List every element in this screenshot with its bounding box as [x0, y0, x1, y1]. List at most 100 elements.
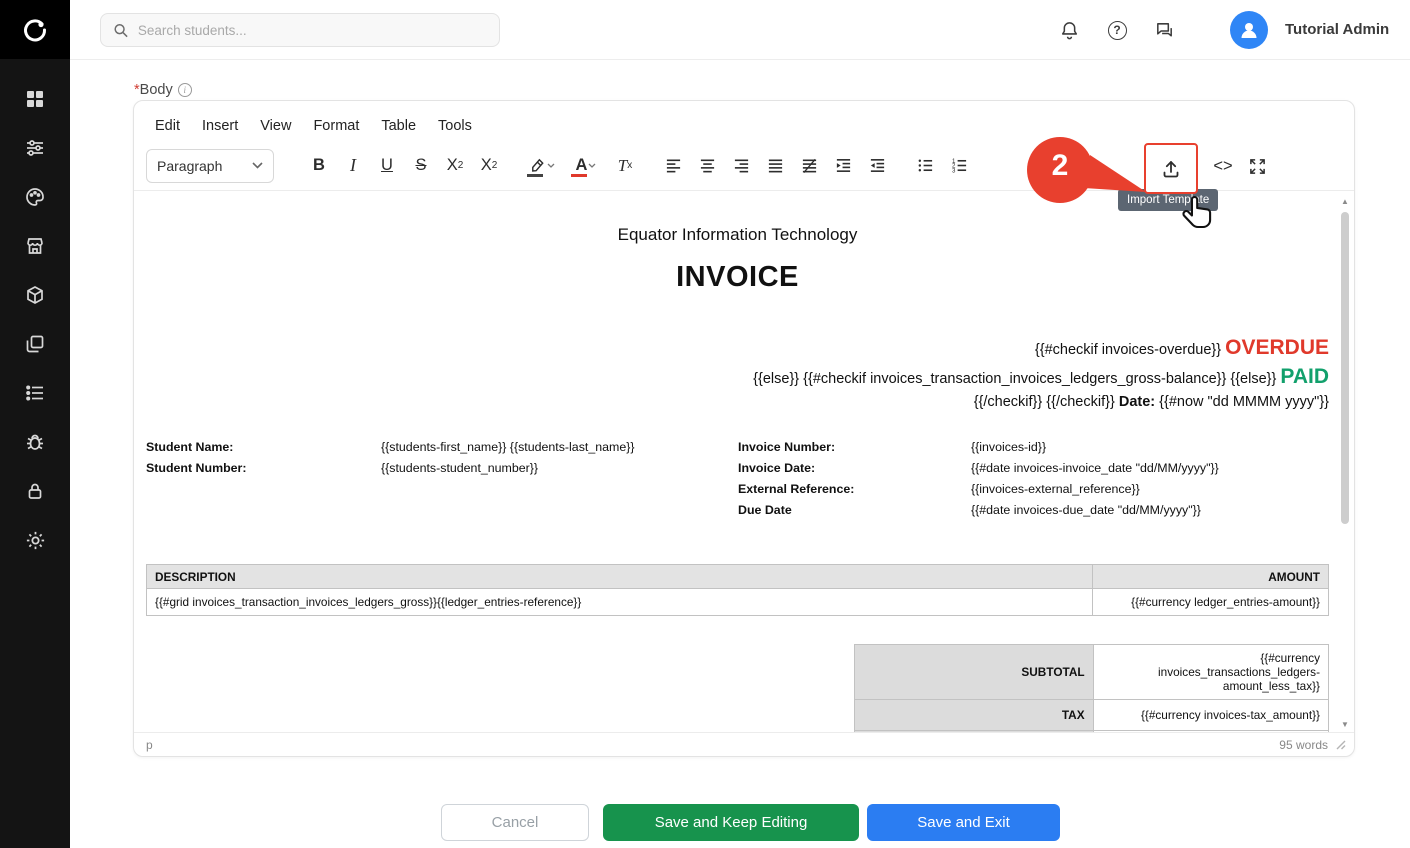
bullet-list-icon — [917, 157, 934, 174]
notifications-button[interactable] — [1056, 17, 1082, 43]
field-value: {{invoices-external_reference}} — [971, 482, 1140, 496]
date-label: Date: — [1119, 394, 1155, 410]
field-label: Student Number: — [146, 461, 381, 475]
text-color-strip — [571, 174, 587, 177]
list-icon — [25, 383, 45, 403]
sidebar-item-settings-sliders[interactable] — [23, 137, 47, 159]
indent-button[interactable] — [826, 149, 860, 183]
paid-badge: PAID — [1280, 365, 1329, 388]
numbered-list-button[interactable]: 123 — [942, 149, 976, 183]
invoice-template-document: Equator Information Technology INVOICE {… — [135, 192, 1342, 733]
source-code-button[interactable]: <> — [1206, 149, 1240, 183]
import-template-button[interactable] — [1144, 143, 1198, 194]
element-path: p — [146, 738, 153, 752]
field-row: Invoice Date: {{#date invoices-invoice_d… — [738, 461, 1219, 475]
bullet-list-button[interactable] — [908, 149, 942, 183]
bug-icon — [25, 432, 45, 452]
align-none-button[interactable] — [792, 149, 826, 183]
field-value: {{students-first_name}} {{students-last_… — [381, 440, 635, 454]
description-header: DESCRIPTION — [147, 565, 1093, 589]
word-count[interactable]: 95 words — [1279, 738, 1328, 752]
gear-icon — [25, 530, 46, 551]
underline-button[interactable]: U — [370, 149, 404, 183]
amount-cell: {{#currency ledger_entries-amount}} — [1092, 589, 1328, 616]
tax-value: {{#currency invoices-tax_amount}} — [1093, 700, 1328, 731]
field-row: Student Name: {{students-first_name}} {{… — [146, 440, 738, 454]
paragraph-select-value: Paragraph — [157, 158, 222, 174]
help-button[interactable]: ? — [1104, 17, 1130, 43]
field-row: Due Date {{#date invoices-due_date "dd/M… — [738, 503, 1219, 517]
help-icon: ? — [1108, 21, 1127, 40]
highlighter-icon — [529, 157, 546, 174]
user-avatar[interactable] — [1230, 11, 1268, 49]
sidebar-item-debug[interactable] — [23, 431, 47, 453]
subscript-button[interactable]: X2 — [438, 149, 472, 183]
superscript-button[interactable]: X2 — [472, 149, 506, 183]
field-label: External Reference: — [738, 482, 971, 496]
sliders-icon — [25, 138, 45, 158]
paragraph-style-select[interactable]: Paragraph — [146, 149, 274, 183]
invoice-fields: Student Name: {{students-first_name}} {{… — [146, 440, 1329, 524]
sidebar-item-security[interactable] — [23, 480, 47, 502]
editor-content[interactable]: Equator Information Technology INVOICE {… — [135, 192, 1342, 733]
sidebar-item-theme[interactable] — [23, 186, 47, 208]
clear-formatting-button[interactable]: Tx — [608, 149, 642, 183]
invoice-fields-column: Invoice Number: {{invoices-id}} Invoice … — [738, 440, 1219, 524]
menu-edit[interactable]: Edit — [144, 114, 191, 138]
cancel-button[interactable]: Cancel — [441, 804, 589, 841]
totals-table: SUBTOTAL {{#currency invoices_transactio… — [854, 644, 1329, 733]
align-center-button[interactable] — [690, 149, 724, 183]
sidebar-item-templates[interactable] — [23, 333, 47, 355]
sidebar — [0, 0, 70, 848]
align-left-button[interactable] — [656, 149, 690, 183]
sidebar-item-dashboard[interactable] — [23, 88, 47, 110]
text-color-button[interactable]: A — [564, 149, 608, 183]
search-box — [100, 13, 500, 47]
scrollbar-thumb[interactable] — [1341, 212, 1349, 524]
highlight-color-button[interactable] — [520, 149, 564, 183]
editor-scrollbar[interactable]: ▲ ▼ — [1338, 194, 1352, 731]
save-and-keep-editing-button[interactable]: Save and Keep Editing — [603, 804, 859, 841]
app-logo[interactable] — [0, 0, 70, 59]
field-label: Invoice Number: — [738, 440, 971, 454]
scroll-down-arrow[interactable]: ▼ — [1338, 717, 1352, 731]
totals-row: SUBTOTAL {{#currency invoices_transactio… — [855, 645, 1329, 700]
info-icon: i — [178, 83, 192, 97]
scroll-up-arrow[interactable]: ▲ — [1338, 194, 1352, 208]
field-label: Invoice Date: — [738, 461, 971, 475]
user-name: Tutorial Admin — [1285, 0, 1389, 60]
align-justify-button[interactable] — [758, 149, 792, 183]
tax-label: TAX — [855, 700, 1094, 731]
fullscreen-icon — [1249, 158, 1266, 175]
palette-icon — [25, 187, 45, 207]
fullscreen-button[interactable] — [1240, 149, 1274, 183]
sidebar-item-system-settings[interactable] — [23, 529, 47, 551]
menu-insert[interactable]: Insert — [191, 114, 249, 138]
menu-format[interactable]: Format — [302, 114, 370, 138]
body-label-text: Body — [140, 82, 173, 98]
menu-table[interactable]: Table — [370, 114, 427, 138]
lock-icon — [25, 481, 45, 501]
line-items-table: DESCRIPTION AMOUNT {{#grid invoices_tran… — [146, 564, 1329, 616]
align-center-icon — [699, 157, 716, 174]
sidebar-item-store[interactable] — [23, 235, 47, 257]
save-and-exit-button[interactable]: Save and Exit — [867, 804, 1060, 841]
field-row: Student Number: {{students-student_numbe… — [146, 461, 738, 475]
chevron-down-icon — [547, 163, 555, 168]
field-value: {{students-student_number}} — [381, 461, 538, 475]
editor-statusbar: p 95 words — [134, 732, 1354, 756]
search-input[interactable] — [138, 23, 487, 38]
italic-button[interactable]: I — [336, 149, 370, 183]
align-right-button[interactable] — [724, 149, 758, 183]
menu-tools[interactable]: Tools — [427, 114, 483, 138]
menu-view[interactable]: View — [249, 114, 302, 138]
sidebar-item-lists[interactable] — [23, 382, 47, 404]
bold-button[interactable]: B — [302, 149, 336, 183]
app-root: ? Tutorial Admin *Body i Edit Insert Vie… — [0, 0, 1410, 848]
outdent-button[interactable] — [860, 149, 894, 183]
sidebar-item-modules[interactable] — [23, 284, 47, 306]
dashboard-icon — [25, 89, 45, 109]
strikethrough-button[interactable]: S — [404, 149, 438, 183]
messages-button[interactable] — [1151, 17, 1177, 43]
resize-grip-icon[interactable] — [1336, 740, 1346, 750]
